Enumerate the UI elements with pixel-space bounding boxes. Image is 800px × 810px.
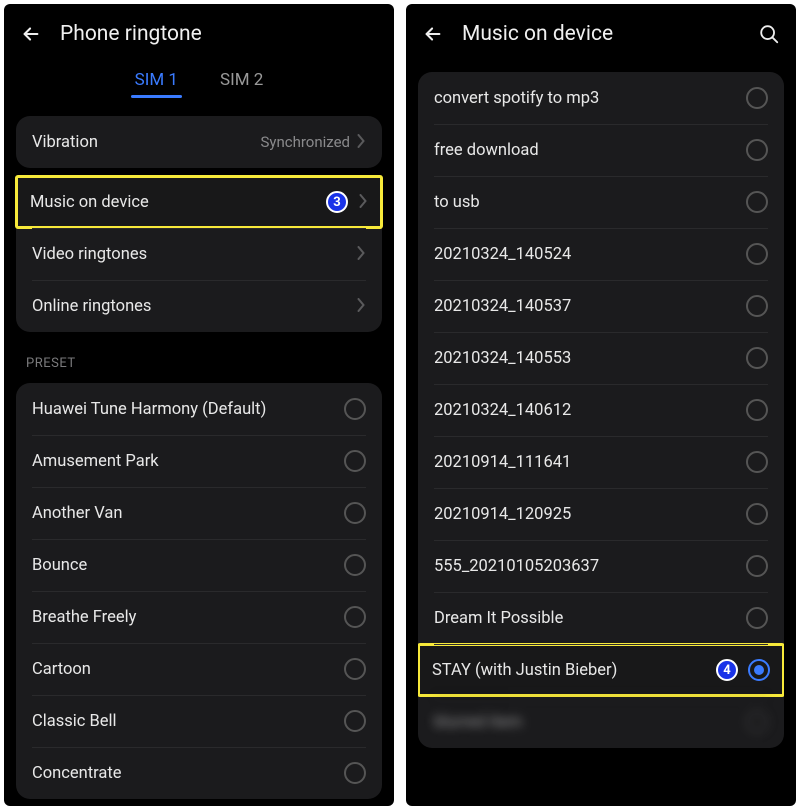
preset-row[interactable]: Cartoon [16, 643, 382, 695]
music-row[interactable]: STAY (with Justin Bieber)4 [418, 644, 784, 696]
vibration-label: Vibration [32, 133, 260, 152]
left-header: Phone ringtone [4, 4, 394, 56]
preset-row[interactable]: Classic Bell [16, 695, 382, 747]
ringtone-source-card: Music on device 3 Video ringtones Online… [16, 176, 382, 332]
music-list: convert spotify to mp3 free download to us… [418, 72, 784, 748]
music-label: blurred item [434, 713, 746, 732]
music-row[interactable]: 20210914_120925 [418, 488, 784, 540]
music-label: 20210914_120925 [434, 505, 746, 524]
radio-icon[interactable] [746, 451, 768, 473]
vibration-row[interactable]: Vibration Synchronized [16, 116, 382, 168]
left-screen: Phone ringtone SIM 1 SIM 2 Vibration Syn… [4, 4, 394, 806]
music-row[interactable]: to usb [418, 176, 784, 228]
preset-row[interactable]: Breathe Freely [16, 591, 382, 643]
radio-icon[interactable] [746, 191, 768, 213]
preset-label: Another Van [32, 504, 344, 523]
radio-icon[interactable] [344, 450, 366, 472]
music-label: 20210324_140537 [434, 297, 746, 316]
radio-icon[interactable] [748, 659, 770, 681]
music-row[interactable]: 20210324_140612 [418, 384, 784, 436]
radio-icon[interactable] [746, 347, 768, 369]
radio-icon[interactable] [344, 710, 366, 732]
music-on-device-label: Music on device [30, 193, 326, 212]
preset-label: Concentrate [32, 764, 344, 783]
music-row[interactable]: 20210324_140553 [418, 332, 784, 384]
radio-icon[interactable] [746, 295, 768, 317]
radio-icon[interactable] [746, 607, 768, 629]
radio-icon[interactable] [746, 399, 768, 421]
music-row[interactable]: 20210914_111641 [418, 436, 784, 488]
music-label: Dream It Possible [434, 609, 746, 628]
preset-header: PRESET [4, 340, 394, 375]
back-icon[interactable] [20, 23, 42, 45]
radio-icon[interactable] [344, 398, 366, 420]
preset-row[interactable]: Amusement Park [16, 435, 382, 487]
preset-label: Classic Bell [32, 712, 344, 731]
step-badge-4: 4 [716, 659, 738, 681]
chevron-right-icon [358, 193, 368, 212]
radio-icon[interactable] [746, 243, 768, 265]
radio-icon[interactable] [344, 554, 366, 576]
chevron-right-icon [356, 133, 366, 152]
page-title: Phone ringtone [60, 22, 202, 46]
radio-icon[interactable] [344, 502, 366, 524]
online-ringtones-label: Online ringtones [32, 297, 356, 316]
music-label: 20210324_140524 [434, 245, 746, 264]
music-row[interactable]: 555_20210105203637 [418, 540, 784, 592]
tab-sim1[interactable]: SIM 1 [135, 70, 178, 98]
preset-label: Cartoon [32, 660, 344, 679]
page-title: Music on device [462, 22, 613, 46]
music-row[interactable]: free download [418, 124, 784, 176]
preset-label: Amusement Park [32, 452, 344, 471]
radio-icon[interactable] [344, 762, 366, 784]
chevron-right-icon [356, 245, 366, 264]
preset-row[interactable]: Concentrate [16, 747, 382, 799]
right-header: Music on device [406, 4, 796, 56]
preset-label: Breathe Freely [32, 608, 344, 627]
radio-icon[interactable] [344, 658, 366, 680]
video-ringtones-row[interactable]: Video ringtones [16, 228, 382, 280]
right-screen: Music on device convert spotify to mp3 fr… [406, 4, 796, 806]
preset-card: Huawei Tune Harmony (Default) Amusement P… [16, 383, 382, 799]
back-icon[interactable] [422, 23, 444, 45]
music-row[interactable]: convert spotify to mp3 [418, 72, 784, 124]
radio-icon[interactable] [746, 139, 768, 161]
sim-tabs: SIM 1 SIM 2 [4, 56, 394, 108]
music-label: 20210324_140612 [434, 401, 746, 420]
vibration-card: Vibration Synchronized [16, 116, 382, 168]
video-ringtones-label: Video ringtones [32, 245, 356, 264]
tab-sim2[interactable]: SIM 2 [220, 70, 263, 98]
preset-label: Bounce [32, 556, 344, 575]
radio-icon[interactable] [746, 87, 768, 109]
preset-row[interactable]: Bounce [16, 539, 382, 591]
preset-row[interactable]: Huawei Tune Harmony (Default) [16, 383, 382, 435]
music-row[interactable]: Dream It Possible [418, 592, 784, 644]
preset-label: Huawei Tune Harmony (Default) [32, 400, 344, 419]
music-row[interactable]: blurred item [418, 696, 784, 748]
music-label: convert spotify to mp3 [434, 89, 746, 108]
music-label: free download [434, 141, 746, 160]
radio-icon[interactable] [746, 555, 768, 577]
vibration-value: Synchronized [260, 133, 350, 151]
music-label: 555_20210105203637 [434, 557, 746, 576]
music-row[interactable]: 20210324_140524 [418, 228, 784, 280]
radio-icon[interactable] [746, 503, 768, 525]
music-label: to usb [434, 193, 746, 212]
chevron-right-icon [356, 297, 366, 316]
search-icon[interactable] [758, 23, 780, 45]
music-label: 20210914_111641 [434, 453, 746, 472]
preset-row[interactable]: Another Van [16, 487, 382, 539]
radio-icon[interactable] [746, 711, 768, 733]
music-row[interactable]: 20210324_140537 [418, 280, 784, 332]
online-ringtones-row[interactable]: Online ringtones [16, 280, 382, 332]
step-badge-3: 3 [326, 191, 348, 213]
music-label: STAY (with Justin Bieber) [432, 661, 716, 680]
radio-icon[interactable] [344, 606, 366, 628]
music-on-device-row[interactable]: Music on device 3 [16, 176, 382, 228]
music-label: 20210324_140553 [434, 349, 746, 368]
